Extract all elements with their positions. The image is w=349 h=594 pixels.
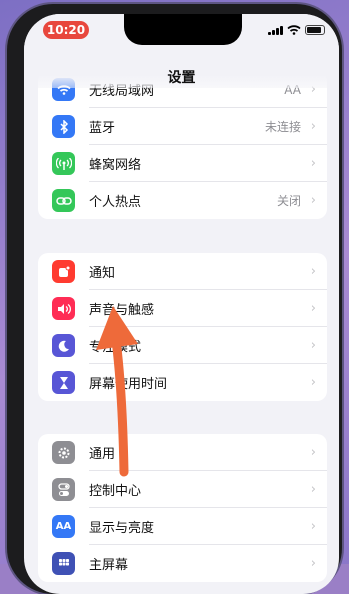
chevron-right-icon: › [310,445,316,460]
chevron-right-icon: › [310,193,316,208]
moon-icon [52,334,75,357]
status-icons-overlay [268,25,325,35]
wifi-status-icon [287,25,301,35]
chevron-right-icon: › [310,482,316,497]
chevron-right-icon: › [310,375,316,390]
bluetooth-icon [52,115,75,138]
settings-row-label: 蓝牙 [89,121,116,136]
settings-row-cellular[interactable]: 蜂窝网络 › [38,145,327,182]
chevron-right-icon: › [310,119,316,134]
chevron-right-icon: › [310,156,316,171]
phone-frame: 10:20 设置 无线局域网 AA › [7,4,342,594]
gear-icon [52,441,75,464]
settings-row-value: 未连接 [264,120,301,134]
status-time-overlay: 10:20 [43,21,89,39]
settings-row-sounds-haptics[interactable]: 声音与触感 › [38,290,327,327]
notch-overlay [124,14,242,45]
settings-row-label: 声音与触感 [89,303,155,318]
settings-row-label: 个人热点 [89,195,142,210]
general-group: 通用 › 控制中心 › AA 显示与亮度 › 主屏幕 › [38,434,327,582]
chevron-right-icon: › [310,519,316,534]
settings-row-value: 关闭 [276,194,301,208]
toggle-icon [52,478,75,501]
settings-row-bluetooth[interactable]: 蓝牙 未连接 › [38,108,327,145]
settings-row-label: 通用 [89,447,116,462]
hotspot-icon [52,189,75,212]
settings-row-label: 屏幕使用时间 [89,377,168,392]
settings-row-label: 显示与亮度 [89,521,155,536]
settings-screen: 10:20 设置 无线局域网 AA › [24,14,339,594]
connectivity-group: 无线局域网 AA › 蓝牙 未连接 › 蜂窝网络 › 个人热点 关闭 › [38,71,327,219]
chevron-right-icon: › [310,264,316,279]
chevron-right-icon: › [310,338,316,353]
page-title-overlay: 设置 [167,70,196,86]
notification-icon [52,260,75,283]
settings-row-notifications[interactable]: 通知 › [38,253,327,290]
settings-row-screen-time[interactable]: 屏幕使用时间 › [38,364,327,401]
settings-row-label: 控制中心 [89,484,142,499]
settings-row-label: 通知 [89,266,116,281]
settings-row-display-brightness[interactable]: AA 显示与亮度 › [38,508,327,545]
signal-icon [268,25,283,35]
settings-row-label: 专注模式 [89,340,142,355]
settings-row-focus[interactable]: 专注模式 › [38,327,327,364]
battery-icon [305,25,325,35]
settings-row-hotspot[interactable]: 个人热点 关闭 › [38,182,327,219]
display-icon: AA [52,515,75,538]
cellular-icon [52,152,75,175]
hourglass-icon [52,371,75,394]
notifications-group: 通知 › 声音与触感 › 专注模式 › 屏幕使用时间 › [38,253,327,401]
chevron-right-icon: › [310,301,316,316]
speaker-icon [52,297,75,320]
settings-row-control-center[interactable]: 控制中心 › [38,471,327,508]
settings-row-label: 蜂窝网络 [89,158,142,173]
settings-row-general[interactable]: 通用 › [38,434,327,471]
